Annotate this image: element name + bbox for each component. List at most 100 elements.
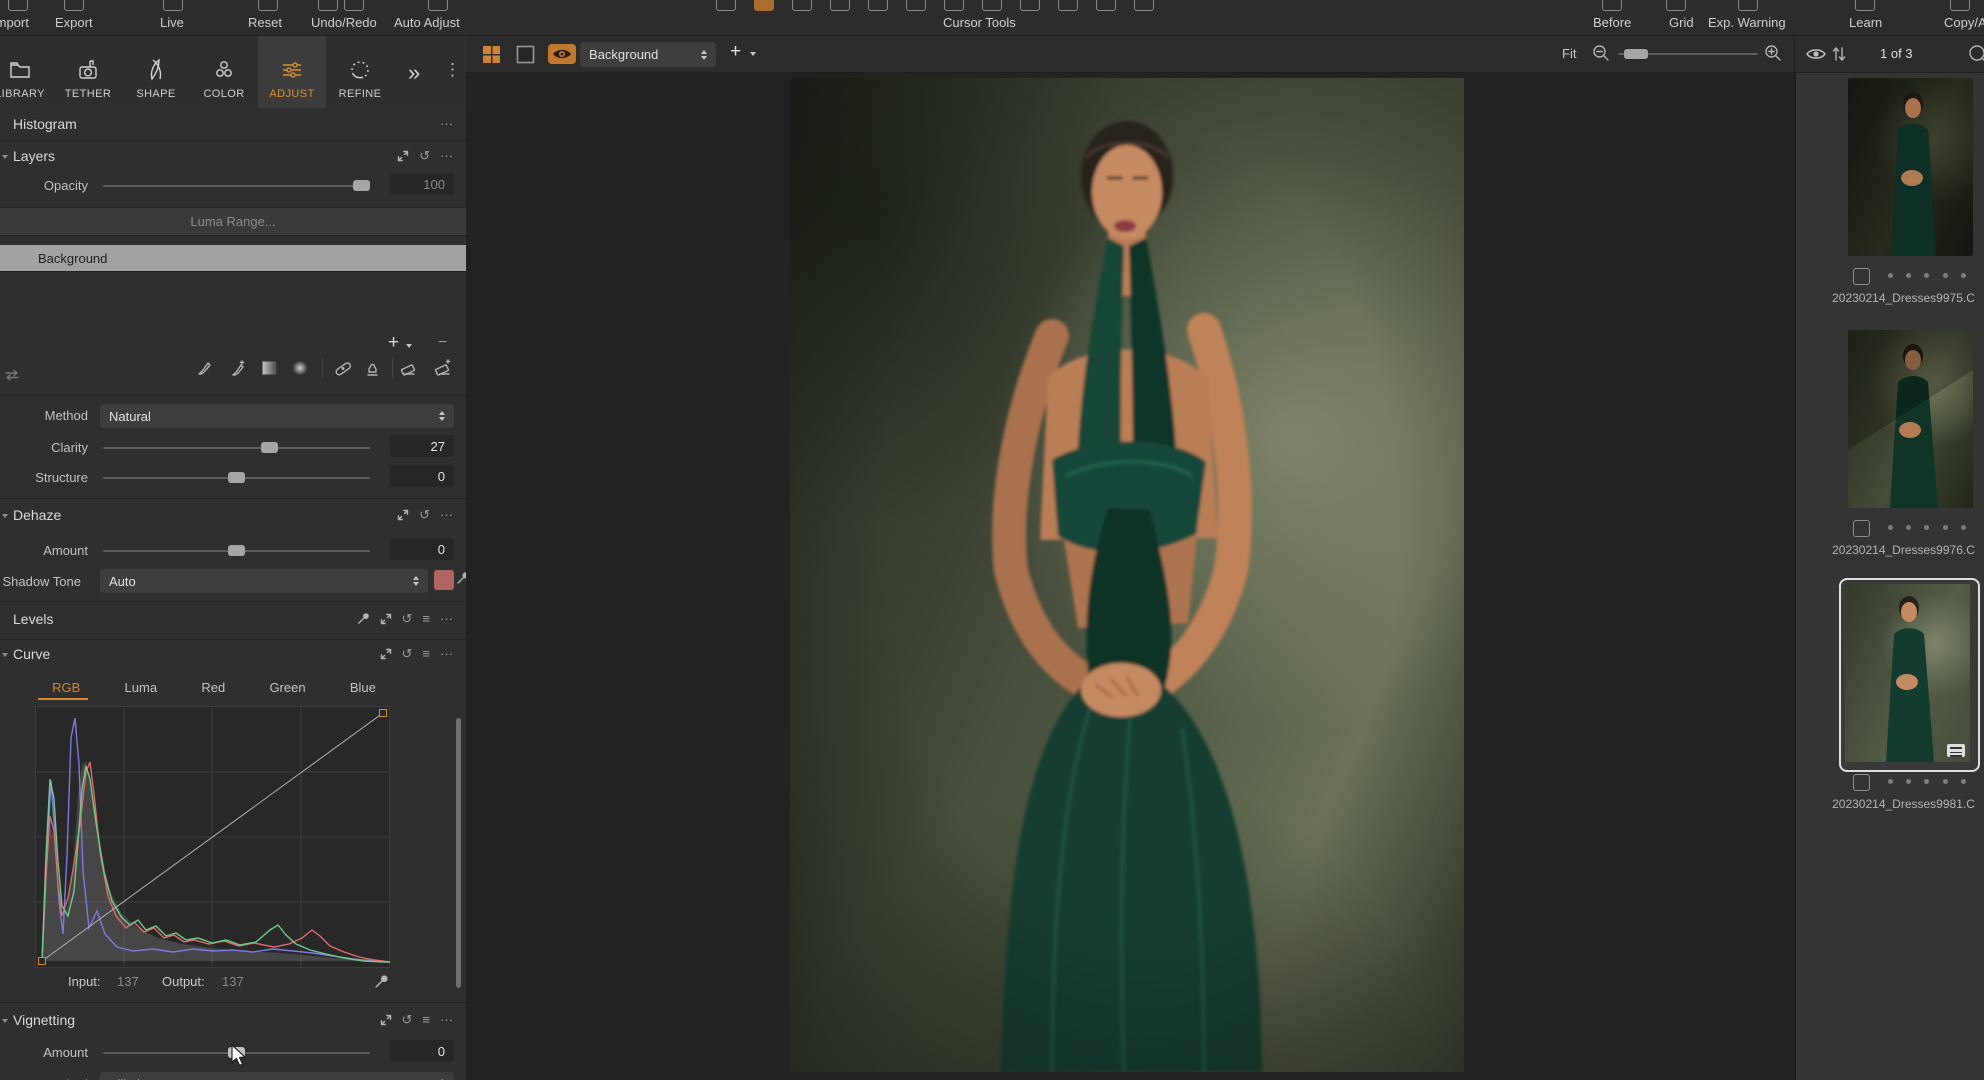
curve-picker-icon[interactable] [374,974,389,989]
curve-presets-icon[interactable]: ≡ [422,647,430,660]
clarity-slider[interactable] [103,447,370,449]
tabbar-menu-icon[interactable]: ⋮ [444,60,461,80]
curve-title[interactable]: Curve [13,646,50,662]
curve-tab-red[interactable]: Red [201,680,225,695]
learn-icon[interactable] [1855,0,1875,11]
viewer-canvas[interactable] [466,73,1794,1080]
rating-dot[interactable] [1961,779,1966,784]
magic-brush-icon[interactable] [229,360,246,377]
cursor-tool-active-icon[interactable] [754,0,774,11]
vignetting-reset-icon[interactable]: ↺ [402,1013,413,1026]
vignetting-expand-icon[interactable] [380,1014,392,1026]
levels-picker-icon[interactable] [357,612,370,625]
histogram-title[interactable]: Histogram [13,116,77,132]
cursor-tool-zoom-icon[interactable] [1134,0,1154,11]
layers-expand-icon[interactable] [397,150,409,162]
add-layer-button[interactable]: + [388,332,399,354]
erase-mask-icon[interactable] [400,360,417,377]
grid-button[interactable]: Grid [1669,15,1694,30]
histogram-menu-icon[interactable]: ··· [440,117,453,130]
vignetting-title[interactable]: Vignetting [13,1012,75,1028]
reset-icon[interactable] [258,0,278,11]
levels-reset-icon[interactable]: ↺ [402,612,413,625]
new-layer-chevron-icon[interactable] [750,52,756,56]
radial-gradient-mask-icon[interactable] [292,360,308,376]
structure-value[interactable]: 0 [390,465,454,487]
panel-scrollbar[interactable] [456,718,461,988]
layers-reset-icon[interactable]: ↺ [419,149,430,162]
rating-dot[interactable] [1961,273,1966,278]
curve-point-highlight[interactable] [380,710,387,717]
exposure-warning-button[interactable]: Exp. Warning [1708,15,1786,30]
rating-dot[interactable] [1906,779,1911,784]
rating-dot[interactable] [1924,525,1929,530]
curve-disclosure-icon[interactable] [2,653,8,657]
tab-color[interactable]: COLOR [190,36,258,108]
cursor-tool-keystone-icon[interactable] [868,0,888,11]
curve-tab-luma[interactable]: Luma [125,680,158,695]
clarity-slider-handle[interactable] [261,442,278,453]
exposure-warning-icon[interactable] [1738,0,1758,11]
opacity-slider-handle[interactable] [353,180,370,191]
live-button[interactable]: Live [160,15,184,30]
thumbnail-3[interactable] [1845,584,1970,762]
multi-view-icon[interactable] [482,45,501,64]
curve-plot[interactable] [35,706,390,968]
export-button[interactable]: Export [55,15,93,30]
zoom-in-icon[interactable] [1764,44,1782,62]
proof-view-button[interactable] [548,44,576,64]
rating-dot[interactable] [1943,273,1948,278]
tab-shape[interactable]: SHAPE [122,36,190,108]
dehaze-disclosure-icon[interactable] [2,514,8,518]
viewer-layer-select[interactable]: Background [580,42,716,67]
zoom-out-icon[interactable] [1592,44,1610,62]
thumbnail-2[interactable] [1848,330,1973,508]
main-photo[interactable] [790,78,1464,1072]
luma-range-button[interactable]: Luma Range... [0,207,466,236]
cursor-tool-crop-icon[interactable] [792,0,812,11]
cursor-tool-heal-icon[interactable] [944,0,964,11]
undo-icon[interactable] [318,0,338,11]
before-button[interactable]: Before [1593,15,1631,30]
layers-title[interactable]: Layers [13,148,55,164]
opacity-slider[interactable] [103,185,370,187]
layers-disclosure-icon[interactable] [2,155,8,159]
layers-menu-icon[interactable]: ··· [440,149,453,162]
filter-eye-icon[interactable] [1806,47,1826,61]
curve-point-shadow[interactable] [39,958,46,965]
reset-button[interactable]: Reset [248,15,282,30]
copy-apply-button[interactable]: Copy/A [1944,15,1984,30]
tab-tether[interactable]: TETHER [54,36,122,108]
single-view-icon[interactable] [516,45,535,64]
vignetting-presets-icon[interactable]: ≡ [422,1013,430,1026]
cursor-tool-rotate-icon[interactable] [830,0,850,11]
rating-dot[interactable] [1888,525,1893,530]
tab-adjust[interactable]: ADJUST [258,36,326,108]
magic-eraser-icon[interactable] [434,359,452,377]
opacity-value[interactable]: 100 [390,173,454,195]
vignetting-menu-icon[interactable]: ··· [440,1013,453,1026]
cursor-tool-draw-mask-icon[interactable] [1020,0,1040,11]
curve-reset-icon[interactable]: ↺ [402,647,413,660]
cursor-tool-pick-icon[interactable] [1096,0,1116,11]
tab-library[interactable]: LIBRARY [0,36,54,108]
copy-apply-icon[interactable] [1950,0,1970,11]
shadow-tone-select[interactable]: Auto [100,569,428,593]
draw-mask-brush-icon[interactable] [196,360,213,377]
thumbnail-3-filename[interactable]: 20230214_Dresses9981.C [1809,797,1984,811]
remove-layer-button[interactable]: − [438,334,447,352]
export-icon[interactable] [64,0,84,11]
rating-dot[interactable] [1888,779,1893,784]
loupe-icon[interactable] [1968,44,1984,64]
grid-toggle-icon[interactable] [1666,0,1686,11]
structure-slider-handle[interactable] [228,472,245,483]
dehaze-amount-slider[interactable] [103,550,370,552]
rating-dot[interactable] [1943,525,1948,530]
dehaze-menu-icon[interactable]: ··· [440,508,453,521]
undo-redo-button[interactable]: Undo/Redo [311,15,377,30]
vignetting-disclosure-icon[interactable] [2,1019,8,1023]
levels-expand-icon[interactable] [380,613,392,625]
shadow-tone-swatch[interactable] [434,570,454,590]
rating-dot[interactable] [1888,273,1893,278]
layer-row-background[interactable]: Background [0,245,466,271]
